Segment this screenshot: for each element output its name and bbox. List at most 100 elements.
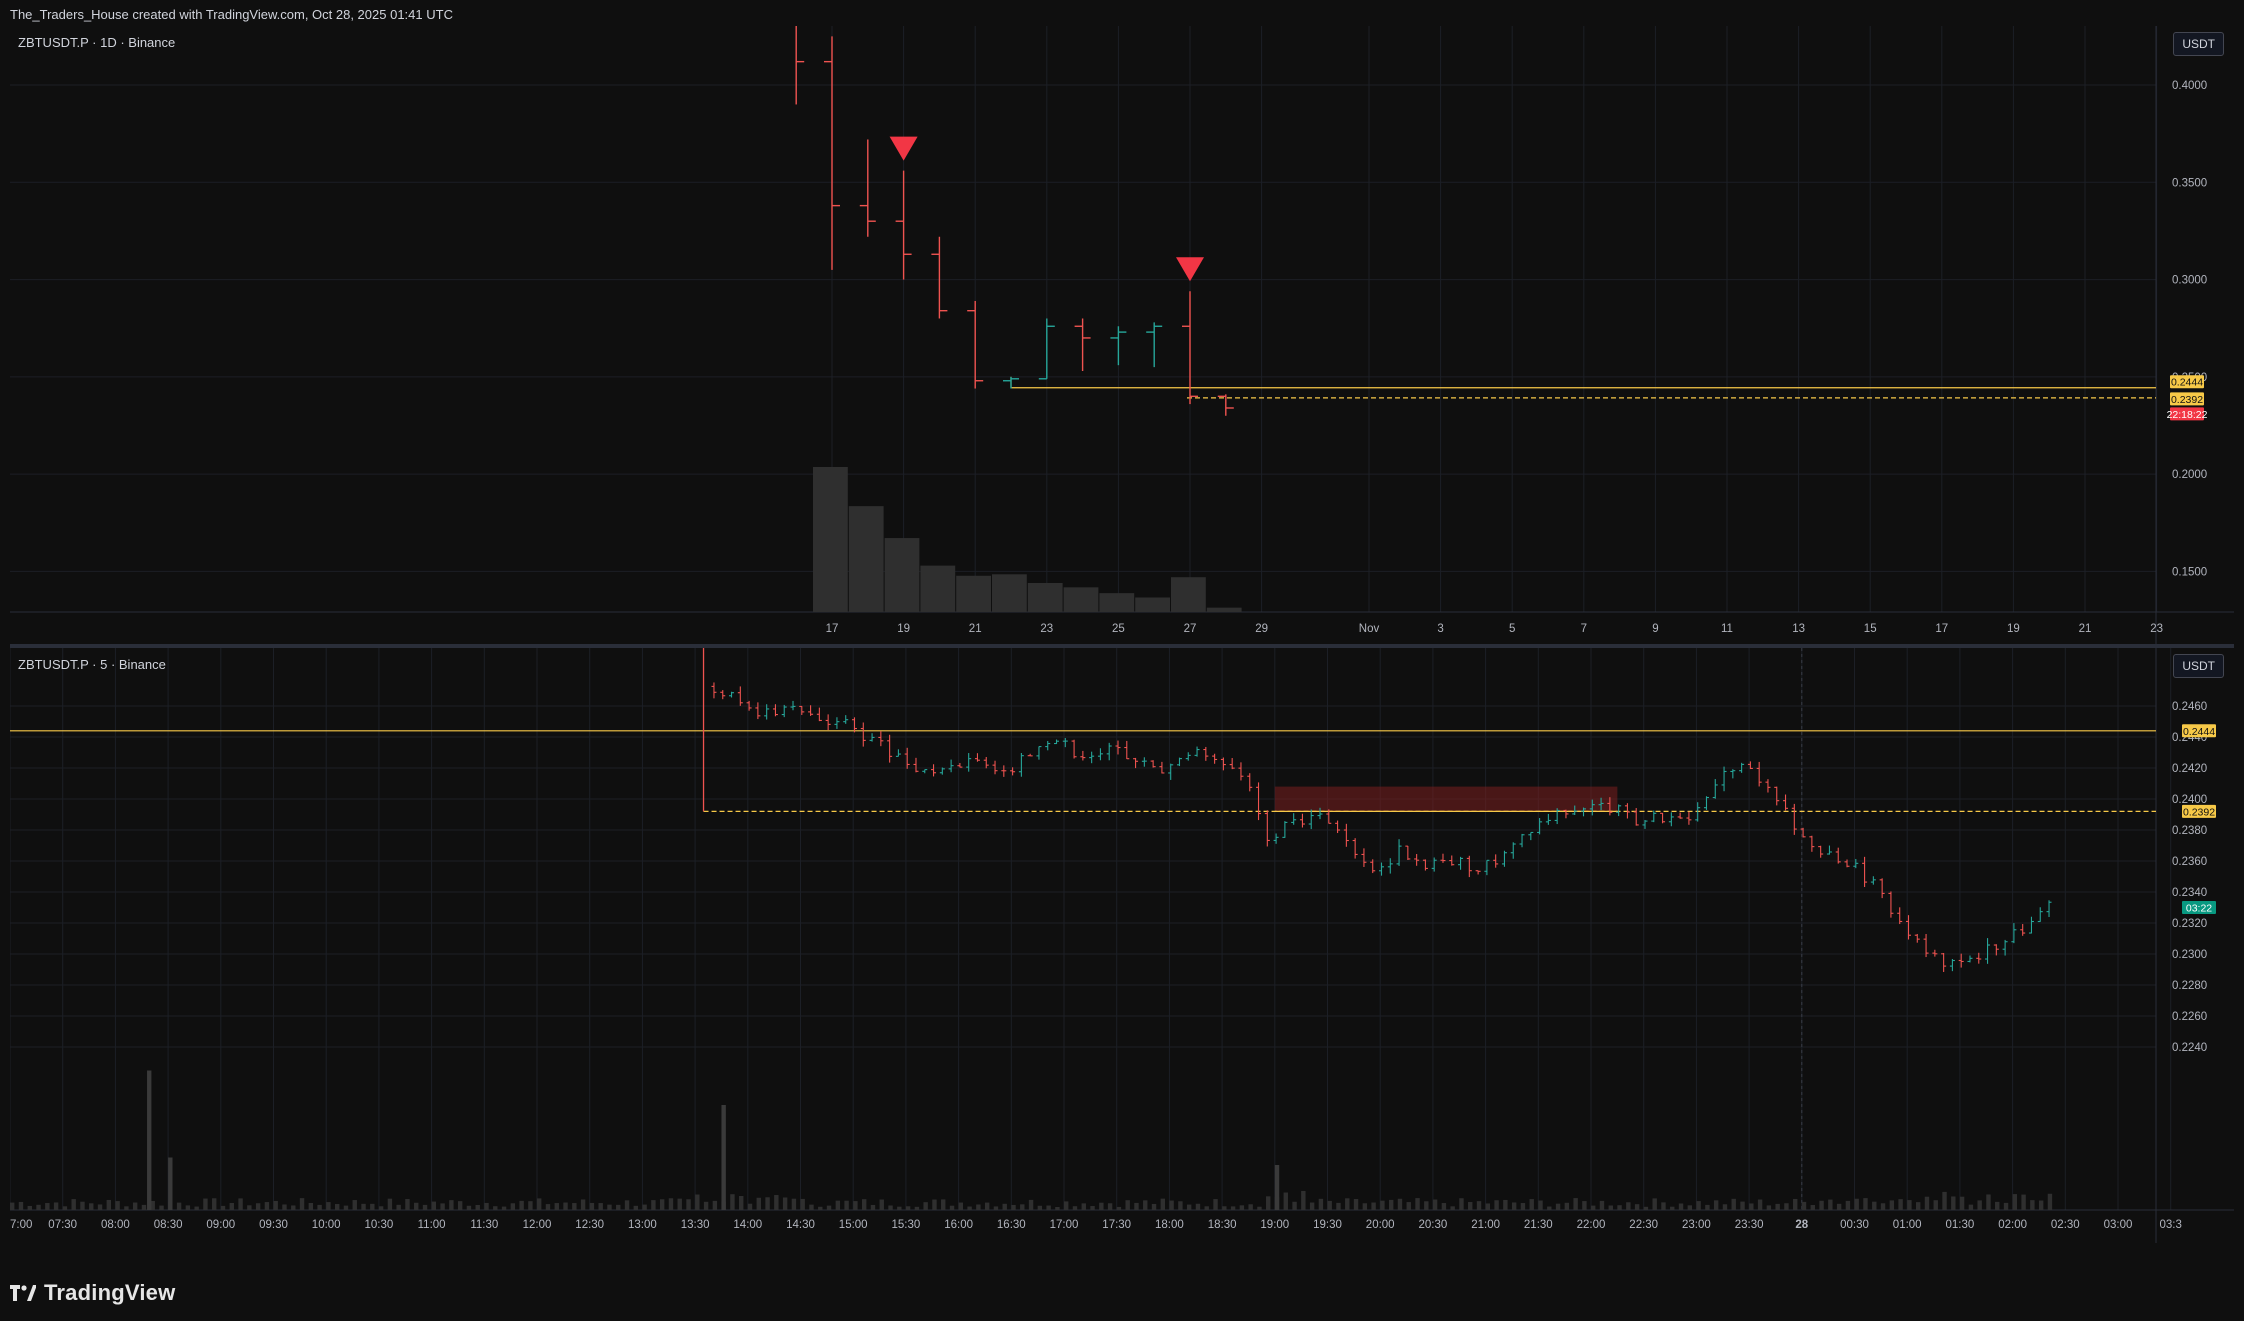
time-tick-label: 08:00 (101, 1219, 130, 1231)
volume-bar (97, 1204, 103, 1210)
volume-bar (1037, 1205, 1043, 1210)
volume-bar (897, 1206, 902, 1210)
volume-bar (826, 1205, 832, 1210)
price-tick-label: 0.2360 (2172, 856, 2207, 868)
candle-countdown: 03:22 (2186, 903, 2212, 915)
volume-bar (1503, 1199, 1508, 1210)
candle-countdown: 22:18:22 (2167, 409, 2208, 421)
volume-bar (1292, 1201, 1297, 1210)
volume-bar (1257, 1206, 1262, 1210)
time-tick-label: 09:00 (206, 1219, 235, 1231)
volume-bar (1151, 1203, 1157, 1210)
intraday-chart-pane[interactable]: 0.2460 0.2440 0.2420 0.2400 0.2380 0.2360 0.23… (10, 648, 2234, 1243)
volume-bar (616, 1204, 621, 1210)
volume-bar (809, 1204, 814, 1210)
volume-bar (1309, 1202, 1315, 1210)
currency-unit-button-intraday[interactable]: USDT (2173, 654, 2224, 678)
volume-bar (1266, 1196, 1271, 1210)
price-tick-label: 0.2000 (2172, 469, 2207, 481)
volume-bar (1459, 1198, 1464, 1210)
volume-bar (1222, 1206, 1227, 1210)
volume-bar (1775, 1203, 1780, 1210)
volume-bar (1678, 1203, 1684, 1210)
volume-bar (888, 1205, 893, 1210)
time-tick-label: 23:30 (1735, 1219, 1764, 1231)
price-tick-label: 0.2280 (2172, 980, 2207, 992)
volume-bar (1749, 1203, 1754, 1210)
time-tick-label: 21 (2079, 623, 2092, 635)
volume-bar (1757, 1199, 1763, 1210)
time-tick-label: 29 (1255, 623, 1268, 635)
volume-bar (528, 1201, 533, 1210)
volume-bar (1599, 1200, 1605, 1210)
sell-signal-marker (889, 136, 918, 161)
volume-bar (220, 1205, 226, 1210)
symbol-label-daily[interactable]: ZBTUSDT.P · 1D · Binance (18, 35, 175, 50)
time-tick-label: 03:3 (2160, 1219, 2182, 1231)
volume-bar (1696, 1201, 1701, 1210)
volume-bar (941, 1199, 946, 1210)
tradingview-logo[interactable]: TradingView (10, 1280, 175, 1306)
time-tick-label: 22:00 (1577, 1219, 1606, 1231)
volume-bar (923, 1202, 928, 1210)
volume-bar (1301, 1190, 1306, 1210)
volume-bar (1099, 593, 1135, 612)
volume-bar (572, 1203, 577, 1210)
volume-bar (1889, 1200, 1895, 1210)
volume-bar (1810, 1205, 1815, 1210)
volume-bar (1206, 607, 1242, 612)
volume-bar (1107, 1203, 1113, 1210)
volume-bar (1863, 1198, 1868, 1210)
volume-bar (782, 1197, 788, 1210)
volume-bar (212, 1198, 217, 1210)
volume-bar (813, 467, 848, 612)
time-tick-label: 13 (1792, 623, 1805, 635)
volume-bar (730, 1194, 735, 1210)
footer: TradingView (0, 1266, 2244, 1321)
time-tick-label: 19:00 (1260, 1219, 1289, 1231)
time-tick-label: 12:00 (523, 1219, 552, 1231)
daily-chart-pane[interactable]: 0.40000.35000.30000.25000.20000.15000.10… (10, 26, 2234, 644)
volume-bar (1125, 1200, 1130, 1210)
volume-bar (1582, 1201, 1587, 1210)
volume-bar (449, 1200, 454, 1210)
volume-bar (537, 1198, 542, 1210)
symbol-label-intraday[interactable]: ZBTUSDT.P · 5 · Binance (18, 657, 166, 672)
volume-bar (414, 1202, 419, 1210)
volume-bar (1670, 1206, 1675, 1210)
volume-bar (352, 1200, 357, 1210)
volume-bar (334, 1204, 340, 1210)
top-bar: The_Traders_House created with TradingVi… (0, 0, 2244, 26)
volume-bar (1713, 1200, 1719, 1210)
volume-bar (27, 1205, 32, 1210)
volume-bar (132, 1202, 138, 1210)
currency-unit-button-daily[interactable]: USDT (2173, 32, 2224, 56)
volume-bar (1538, 1200, 1543, 1210)
tradingview-logo-icon (10, 1285, 36, 1301)
time-tick-label: 17 (826, 623, 839, 635)
volume-bar (844, 1200, 849, 1210)
volume-spike-bar (1274, 1165, 1280, 1210)
volume-bar (1283, 1192, 1288, 1210)
volume-bar (124, 1206, 129, 1210)
sell-signal-marker (1176, 257, 1204, 282)
daily-chart-svg[interactable]: 0.40000.35000.30000.25000.20000.15000.10… (10, 26, 2234, 644)
volume-bar (115, 1201, 120, 1210)
time-tick-label: 10:00 (312, 1219, 341, 1231)
volume-bar (255, 1203, 261, 1210)
intraday-chart-svg[interactable]: 0.24600.24400.24200.24000.23800.23600.23… (10, 648, 2234, 1243)
volume-bar (1169, 1200, 1174, 1210)
volume-bar (2038, 1200, 2044, 1210)
volume-bar (1063, 587, 1099, 612)
volume-bar (1995, 1201, 2000, 1210)
volume-bar (563, 1202, 568, 1210)
volume-bar (905, 1206, 911, 1210)
volume-bar (1388, 1199, 1394, 1210)
time-tick-label: 23 (2150, 623, 2163, 635)
volume-bar (1634, 1204, 1640, 1210)
volume-bar (1134, 1202, 1139, 1210)
level-badge-0-2392: 0.2392 (2171, 394, 2203, 406)
volume-bar (624, 1200, 630, 1210)
volume-bar (1880, 1203, 1886, 1210)
volume-bar (747, 1203, 753, 1210)
